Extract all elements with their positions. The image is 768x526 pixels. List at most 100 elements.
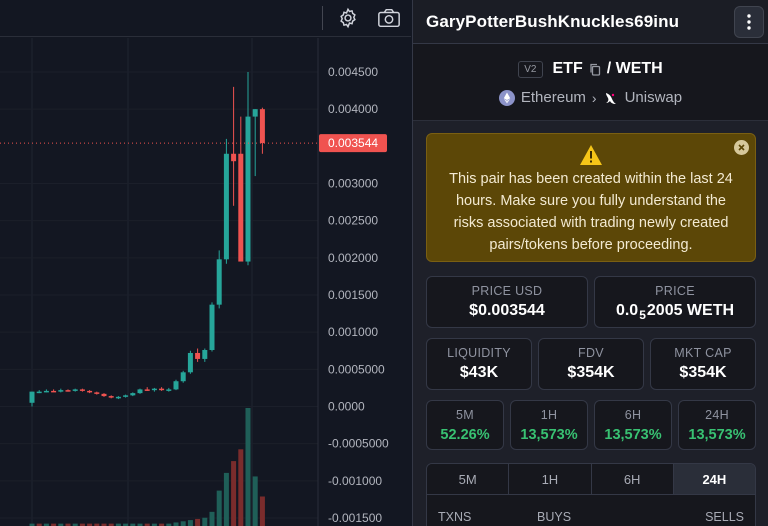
candle-body <box>245 116 251 262</box>
candle-body <box>79 389 85 391</box>
candle-body <box>137 389 143 394</box>
volume-bar <box>223 472 229 526</box>
candle-body <box>108 396 114 398</box>
candle-body <box>87 390 93 393</box>
change-value: 52.26% <box>440 427 490 443</box>
toolbar-divider <box>322 6 323 30</box>
current-price-tag-text: 0.003544 <box>328 136 378 150</box>
liquidity-box: LIQUIDITY $43K <box>426 338 532 390</box>
price-weth-rest: 2005 WETH <box>646 302 735 319</box>
candle-body <box>173 381 179 390</box>
change-6h-box[interactable]: 6H 13,573% <box>594 400 672 450</box>
change-value: 13,573% <box>604 427 662 443</box>
mktcap-label: MKT CAP <box>674 346 732 360</box>
candle-body <box>195 352 201 359</box>
change-5m-box[interactable]: 5M 52.26% <box>426 400 504 450</box>
candle-body <box>29 391 35 403</box>
timeframe-tabs: 5M 1H 6H 24H <box>426 463 756 495</box>
candle-body <box>259 109 265 144</box>
price-axis-label: 0.002000 <box>328 251 378 265</box>
camera-icon[interactable] <box>376 5 402 31</box>
volume-bar <box>187 520 193 526</box>
mktcap-value: $354K <box>679 364 727 381</box>
change-label: 1H <box>540 408 558 422</box>
tab-5m[interactable]: 5M <box>427 464 510 494</box>
warning-text: This pair has been created within the la… <box>449 171 733 253</box>
ethereum-icon <box>498 89 515 106</box>
price-axis-label: -0.001500 <box>328 511 382 525</box>
copy-icon[interactable] <box>589 63 601 76</box>
tab-6h[interactable]: 6H <box>591 464 674 494</box>
gear-icon[interactable] <box>335 5 361 31</box>
candle-body <box>166 389 172 391</box>
price-axis-label: -0.0005000 <box>328 437 389 451</box>
candle-body <box>252 109 258 117</box>
kebab-icon <box>747 14 751 30</box>
tab-24h[interactable]: 24H <box>673 464 755 494</box>
uniswap-icon <box>605 92 616 104</box>
price-axis-label: 0.0000 <box>328 400 365 414</box>
candle-body <box>231 153 237 162</box>
volume-bar <box>180 521 186 526</box>
tab-1h[interactable]: 1H <box>509 464 592 494</box>
price-weth-box: PRICE 0.052005 WETH <box>594 276 756 328</box>
candle-body <box>216 259 222 305</box>
change-1h-box[interactable]: 1H 13,573% <box>510 400 588 450</box>
volume-bar <box>231 461 237 526</box>
price-usd-value: $0.003544 <box>469 302 545 319</box>
pair-info-panel: GaryPotterBushKnuckles69inu V2 ETF / WET… <box>412 0 768 526</box>
liquidity-label: LIQUIDITY <box>447 346 511 360</box>
change-value: 13,573% <box>520 427 578 443</box>
candle-body <box>151 388 157 391</box>
candle-body <box>187 352 193 373</box>
close-warning-button[interactable] <box>734 140 749 155</box>
fdv-label: FDV <box>578 346 604 360</box>
candle-body <box>36 391 42 394</box>
candle-body <box>72 389 78 391</box>
chart-toolbar <box>0 0 411 37</box>
price-axis-label: -0.001000 <box>328 474 382 488</box>
candle-body <box>202 350 208 359</box>
price-axis-label: 0.003000 <box>328 177 378 191</box>
price-axis-label: 0.0005000 <box>328 362 385 376</box>
chain-link[interactable]: Ethereum <box>521 89 586 106</box>
price-chart[interactable]: 0.004500 0.004000 0.003000 0.002500 0.002000… <box>0 38 411 526</box>
more-menu-button[interactable] <box>734 6 764 38</box>
new-pair-warning: This pair has been created within the la… <box>426 133 756 262</box>
volume-bar <box>238 449 244 526</box>
change-label: 24H <box>705 408 729 422</box>
candle-body <box>144 389 150 391</box>
price-axis-label: 0.004000 <box>328 102 378 116</box>
change-label: 6H <box>624 408 642 422</box>
txns-row: TXNS BUYS SELLS <box>426 495 756 526</box>
quote-token: / WETH <box>606 60 663 77</box>
change-24h-box[interactable]: 24H 13,573% <box>678 400 756 450</box>
fdv-box: FDV $354K <box>538 338 644 390</box>
volume-bar <box>173 522 179 526</box>
dex-link[interactable]: Uniswap <box>625 89 683 106</box>
price-axis-label: 0.001000 <box>328 325 378 339</box>
price-axis-label: 0.002500 <box>328 214 378 228</box>
change-value: 13,573% <box>688 427 746 443</box>
fdv-value: $354K <box>567 364 615 381</box>
change-label: 5M <box>456 408 474 422</box>
close-icon <box>738 144 745 151</box>
volume-bar <box>202 517 208 526</box>
mktcap-box: MKT CAP $354K <box>650 338 756 390</box>
volume-bar <box>195 518 201 526</box>
volume-bar <box>252 476 258 526</box>
price-weth-value: 0.052005 WETH <box>595 302 755 322</box>
chart-pane[interactable]: 0.004500 0.004000 0.003000 0.002500 0.002000… <box>0 0 411 526</box>
price-usd-label: PRICE USD <box>471 284 543 298</box>
warning-icon <box>580 145 602 165</box>
pair-subheader: V2 ETF / WETH Ethereum › Uniswap <box>413 44 768 121</box>
volume-bar <box>259 496 265 526</box>
buys-label: BUYS <box>537 510 572 524</box>
txns-label: TXNS <box>438 510 472 524</box>
candle-body <box>101 393 107 397</box>
version-badge: V2 <box>518 60 543 78</box>
candle-body <box>238 153 244 262</box>
pair-header: GaryPotterBushKnuckles69inu <box>413 0 768 44</box>
price-axis-label: 0.004500 <box>328 65 378 79</box>
liquidity-value: $43K <box>459 364 499 381</box>
